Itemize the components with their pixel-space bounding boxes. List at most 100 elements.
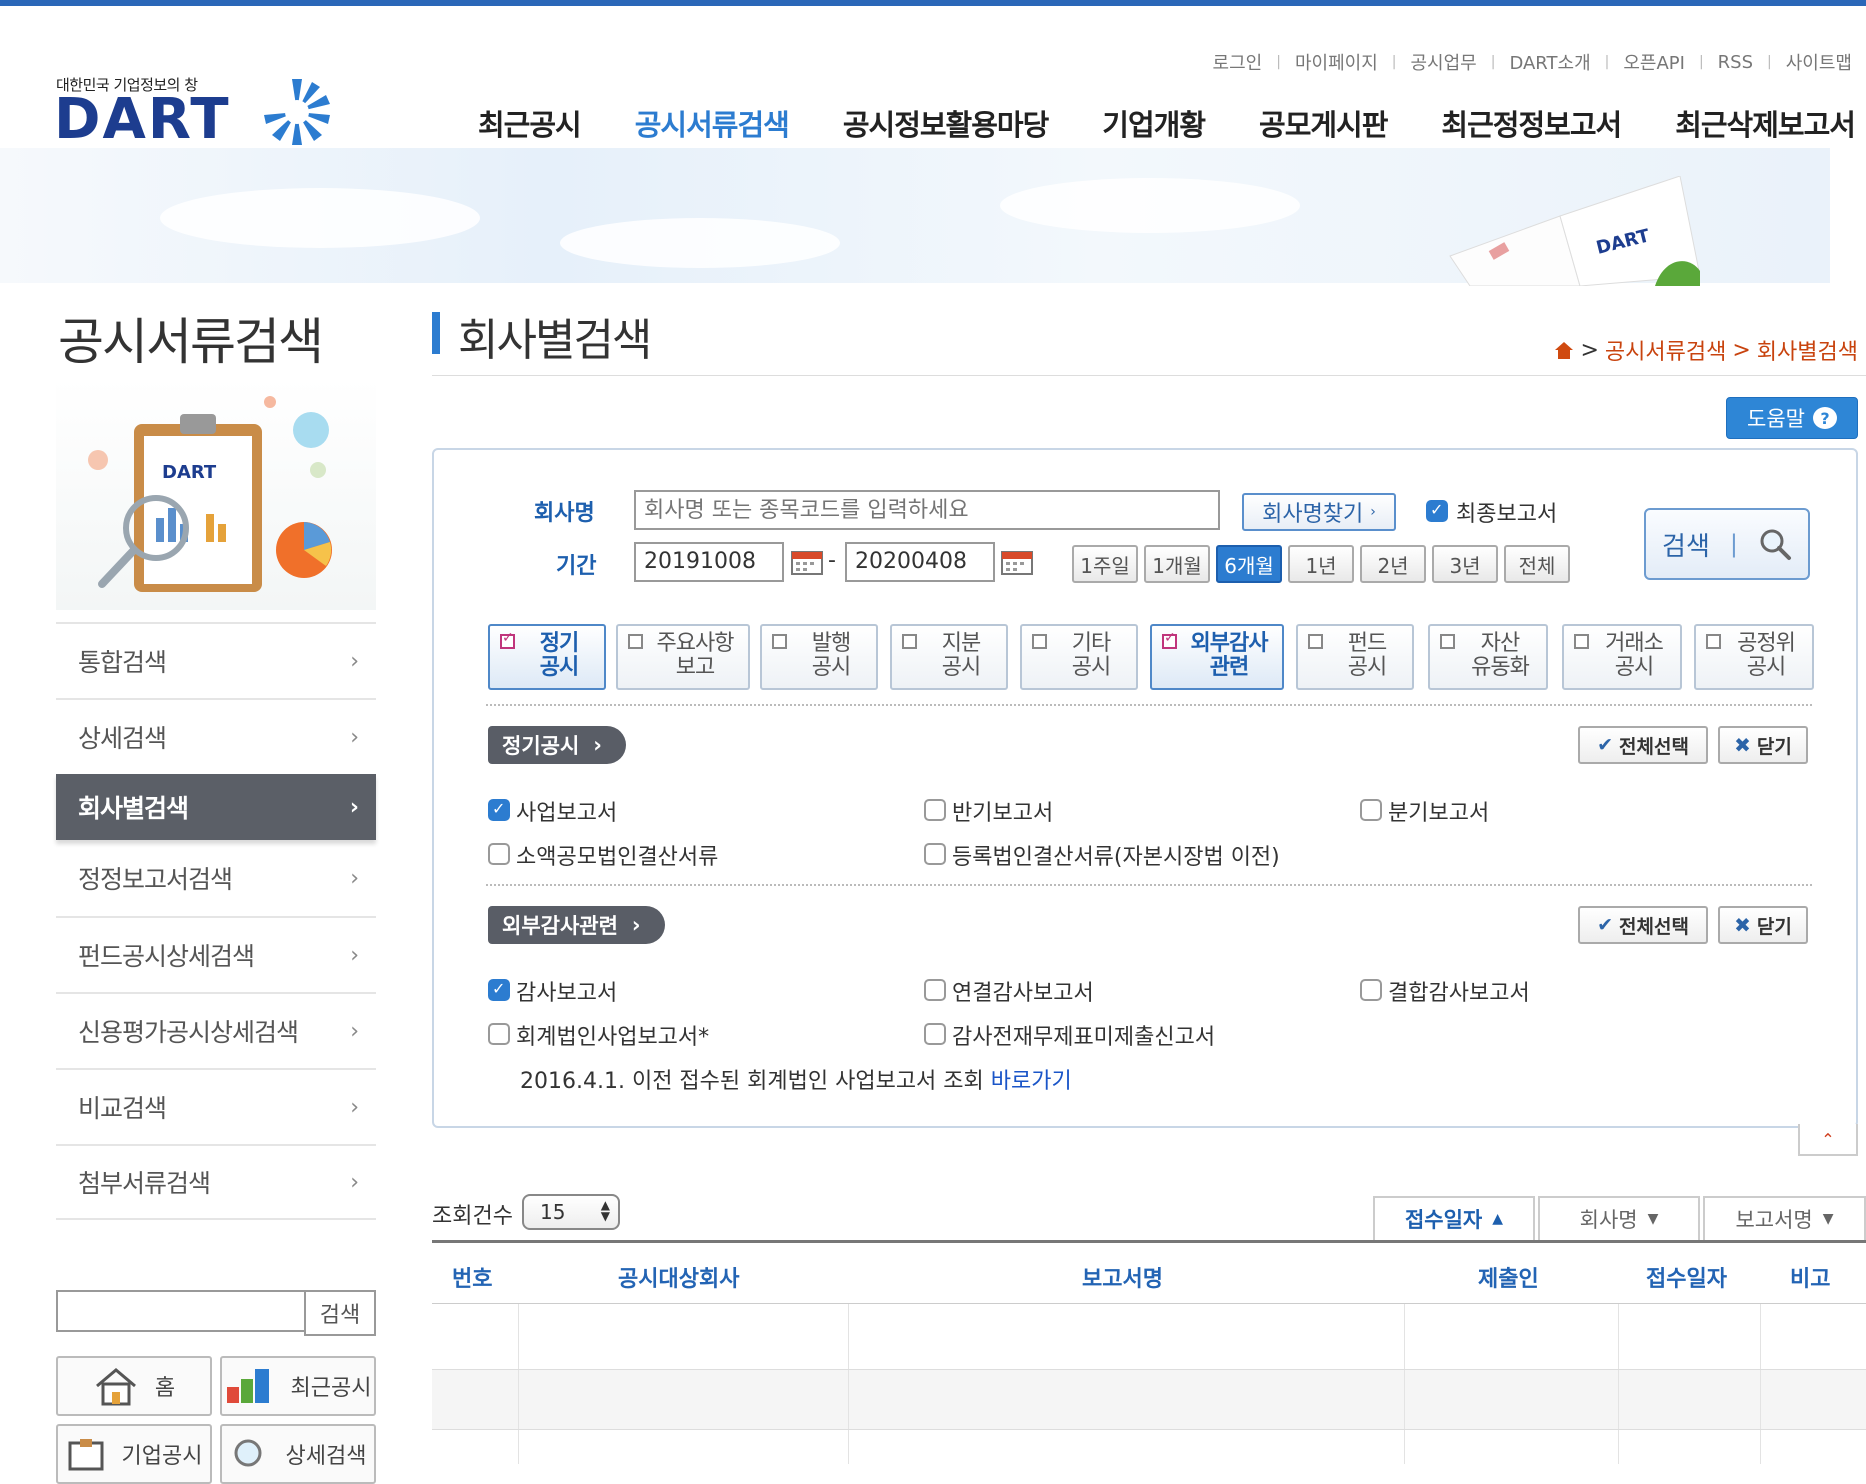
sort-by-date[interactable]: 접수일자 ▲ [1373, 1196, 1535, 1240]
period-1week-button[interactable]: 1주일 [1072, 545, 1138, 583]
period-all-button[interactable]: 전체 [1504, 545, 1570, 583]
chk-accounting-firm-report[interactable] [488, 1023, 510, 1045]
period-2year-button[interactable]: 2년 [1360, 545, 1426, 583]
table-cell-divider [518, 1370, 519, 1429]
gnb-recent-disclosure[interactable]: 최근공시 [478, 102, 582, 144]
breadcrumb-item[interactable]: 회사별검색 [1757, 334, 1858, 366]
logo-sun-icon [264, 79, 330, 145]
date-to-input[interactable]: 20200408 [845, 542, 995, 582]
rss-link[interactable]: RSS [1704, 52, 1767, 73]
sidebar-search-input[interactable] [56, 1290, 304, 1332]
sidebar-item-fund-search[interactable]: 펀드공시상세검색 › [56, 916, 376, 992]
disclosure-work-link[interactable]: 공시업무 [1396, 49, 1490, 75]
gnb-recent-deleted[interactable]: 최근삭제보고서 [1675, 102, 1856, 144]
category-ftc[interactable]: 공정위 공시 [1694, 624, 1814, 690]
category-external-audit[interactable]: 외부감사 관련 [1150, 624, 1284, 690]
find-company-label: 회사명찾기 [1262, 502, 1364, 527]
about-dart-link[interactable]: DART소개 [1495, 49, 1604, 75]
gnb-recent-correction[interactable]: 최근정정보고서 [1441, 102, 1622, 144]
category-regular[interactable]: 정기 공시 [488, 624, 606, 690]
quick-recent-button[interactable]: 최근공시 [220, 1356, 376, 1416]
table-cell-divider [1404, 1430, 1405, 1464]
final-report-checkbox[interactable] [1426, 500, 1448, 522]
category-exchange[interactable]: 거래소 공시 [1562, 624, 1682, 690]
chevron-right-icon: › [1370, 504, 1376, 520]
sitemap-link[interactable]: 사이트맵 [1772, 49, 1866, 75]
home-icon[interactable] [1554, 340, 1574, 360]
gnb-offering-board[interactable]: 공모게시판 [1259, 102, 1388, 144]
sidebar-item-attachment-search[interactable]: 첨부서류검색 › [56, 1144, 376, 1220]
help-button[interactable]: 도움말? [1726, 397, 1858, 439]
sidebar-item-credit-rating-search[interactable]: 신용평가공시상세검색 › [56, 992, 376, 1068]
banner-cloud [560, 218, 840, 268]
chk-quarter-report[interactable] [1360, 799, 1382, 821]
category-equity[interactable]: 지분 공시 [890, 624, 1008, 690]
section-tag-external-audit[interactable]: 외부감사관련 › [488, 906, 665, 944]
sort-label: 보고서명 [1735, 1208, 1813, 1232]
category-checkbox [1032, 634, 1047, 649]
chk-small-offering[interactable] [488, 843, 510, 865]
find-company-button[interactable]: 회사명찾기 › [1242, 493, 1396, 531]
open-api-link[interactable]: 오픈API [1609, 49, 1699, 75]
sidebar-item-integrated-search[interactable]: 통합검색 › [56, 622, 376, 698]
chk-registered-settlement[interactable] [924, 843, 946, 865]
gnb-company-overview[interactable]: 기업개황 [1102, 102, 1206, 144]
chk-audit-report[interactable] [488, 979, 510, 1001]
utility-nav: 로그인 | 마이페이지 | 공시업무 | DART소개 | 오픈API | RSS | 사이… [1199, 49, 1866, 75]
date-from-input[interactable]: 20191008 [634, 542, 784, 582]
table-cell-divider [1618, 1370, 1619, 1429]
period-1year-button[interactable]: 1년 [1288, 545, 1354, 583]
search-button-label: 검색 [1662, 531, 1710, 562]
breadcrumb-item[interactable]: 공시서류검색 [1605, 334, 1726, 366]
sort-by-company[interactable]: 회사명 ▼ [1538, 1196, 1700, 1240]
category-fund[interactable]: 펀드 공시 [1296, 624, 1414, 690]
calendar-icon[interactable] [1000, 546, 1034, 576]
sidebar-item-detail-search[interactable]: 상세검색 › [56, 698, 376, 774]
title-divider [432, 375, 1866, 376]
category-other[interactable]: 기타 공시 [1020, 624, 1138, 690]
sidebar-item-company-search[interactable]: 회사별검색 › [56, 774, 376, 840]
chk-half-report[interactable] [924, 799, 946, 821]
period-1month-button[interactable]: 1개월 [1144, 545, 1210, 583]
close-section-button[interactable]: ✖ 닫기 [1718, 726, 1808, 764]
chk-combined-audit[interactable] [1360, 979, 1382, 1001]
select-all-button[interactable]: ✔ 전체선택 [1578, 906, 1708, 944]
quick-home-label: 홈 [154, 1376, 176, 1401]
category-major-report[interactable]: 주요사항 보고 [616, 624, 750, 690]
section-tag-regular[interactable]: 정기공시 › [488, 726, 626, 764]
gnb-document-search[interactable]: 공시서류검색 [635, 102, 790, 144]
chevron-right-icon: › [350, 865, 359, 891]
sidebar-item-compare-search[interactable]: 비교검색 › [56, 1068, 376, 1144]
category-checkbox [628, 634, 643, 649]
illustration-label: DART [162, 462, 217, 483]
category-label: 발행 공시 [811, 631, 851, 680]
category-issuance[interactable]: 발행 공시 [760, 624, 878, 690]
select-all-button[interactable]: ✔ 전체선택 [1578, 726, 1708, 764]
category-asset-securitization[interactable]: 자산 유동화 [1428, 624, 1548, 690]
period-3year-button[interactable]: 3년 [1432, 545, 1498, 583]
chk-business-report[interactable] [488, 799, 510, 821]
company-name-input[interactable] [634, 490, 1220, 530]
sidebar-search-button[interactable]: 검색 [304, 1290, 376, 1336]
quick-company-button[interactable]: 기업공시 [56, 1424, 212, 1484]
collapse-panel-button[interactable]: ⌃ [1798, 1124, 1858, 1156]
chk-consolidated-audit[interactable] [924, 979, 946, 1001]
select-all-label: 전체선택 [1619, 735, 1689, 758]
dart-logo[interactable]: DART [54, 92, 231, 148]
result-count-select[interactable]: 15 ▲ ▼ [522, 1194, 620, 1230]
chk-unsubmitted-statement[interactable] [924, 1023, 946, 1045]
sidebar-item-correction-search[interactable]: 정정보고서검색 › [56, 840, 376, 916]
period-6month-button[interactable]: 6개월 [1216, 545, 1282, 583]
quick-detail-button[interactable]: 상세검색 [220, 1424, 376, 1484]
sort-by-report[interactable]: 보고서명 ▼ [1703, 1196, 1866, 1240]
gnb-info-utilization[interactable]: 공시정보활용마당 [843, 102, 1049, 144]
search-button[interactable]: 검색 | [1644, 508, 1810, 580]
login-link[interactable]: 로그인 [1199, 49, 1277, 75]
calendar-icon[interactable] [790, 546, 824, 576]
mypage-link[interactable]: 마이페이지 [1281, 49, 1392, 75]
quick-home-button[interactable]: 홈 [56, 1356, 212, 1416]
divider [486, 884, 1812, 886]
close-section-button[interactable]: ✖ 닫기 [1718, 906, 1808, 944]
note-link[interactable]: 바로가기 [991, 1069, 1072, 1094]
sidebar-item-label: 펀드공시상세검색 [78, 942, 255, 971]
